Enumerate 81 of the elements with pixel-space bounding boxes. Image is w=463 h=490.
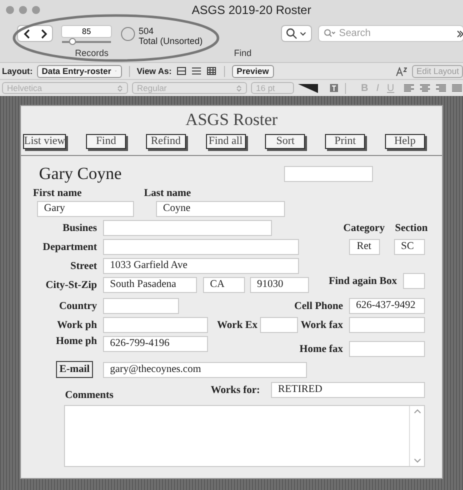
scroll-down-icon[interactable] [414,458,420,463]
input-field[interactable] [260,317,298,333]
input-field[interactable]: CA [203,277,245,293]
input-field[interactable]: Ret [348,239,380,255]
field-label: Department [42,242,97,252]
pie-icon [120,27,135,41]
field-label: Country [58,300,97,312]
stepper-icon [117,84,123,92]
form-button[interactable]: Find [86,134,126,149]
field-label: Busines [62,222,97,234]
field-label: Last name [144,188,191,199]
input-field[interactable] [403,273,425,289]
search-icon [324,29,336,38]
email-button[interactable]: E-mail [56,361,93,378]
scroll-bar[interactable] [409,406,424,466]
form-button[interactable]: Sort [265,134,306,149]
field-label: Home ph [54,336,97,347]
field-label: Section [395,222,425,234]
form-button[interactable]: Help [384,134,425,149]
field-label: First name [33,188,83,199]
record-number-field[interactable]: 85 [62,26,111,37]
input-field[interactable]: 626-437-9492 [349,298,425,314]
field-label: Street [69,260,97,272]
input-field[interactable]: RETIRED [271,382,425,398]
form-button[interactable]: Find all [206,134,246,149]
form-view-icon[interactable] [176,67,186,75]
font-size-icon[interactable] [396,66,408,76]
find-button[interactable] [282,26,312,41]
field-label: Works for: [210,384,260,396]
close-light[interactable] [6,6,14,14]
input-field[interactable]: 626-799-4196 [103,336,208,352]
zoom-light[interactable] [32,6,40,14]
form-button[interactable]: Refind [146,134,186,149]
input-field[interactable]: 1033 Garfield Ave [103,258,299,274]
record-total: 504 [138,26,155,36]
input-field[interactable] [284,166,373,182]
table-view-icon[interactable] [206,67,216,75]
view-as-label: View As: [136,66,172,76]
field-label: Work ph [56,320,97,330]
input-field[interactable] [103,317,208,333]
search-icon [286,28,298,39]
records-label: Records [75,48,109,58]
form-button[interactable]: Print [325,134,366,149]
input-field[interactable]: 91030 [250,277,309,293]
form-button[interactable]: List view [23,134,66,149]
find-label: Find [234,48,252,58]
chevron-left-icon [22,28,30,38]
layout-label: Layout: [2,66,33,76]
input-field[interactable] [103,220,272,236]
input-field[interactable] [103,239,299,255]
input-field[interactable] [349,317,425,333]
input-field[interactable]: Gary [37,201,134,217]
minimize-light[interactable] [19,6,27,14]
caret-icon [300,32,306,36]
input-field[interactable]: South Pasadena [103,277,197,293]
scroll-up-icon[interactable] [414,409,420,414]
field-label: City-St-Zip [44,280,97,290]
list-view-icon[interactable] [192,67,201,75]
field-label: Category [342,222,386,234]
input-field[interactable]: SC [394,239,425,255]
field-label: Home fax [300,344,343,354]
comments-field[interactable] [64,405,425,467]
field-label: Work fax [300,320,343,330]
field-label: Find again Box [328,276,397,286]
slider-thumb[interactable] [68,38,76,45]
chevron-right-icon [40,28,48,38]
input-field[interactable]: Coyne [156,201,285,217]
field-label: Work Ex [217,320,258,330]
name-heading: Gary Coyne [39,164,123,184]
input-field[interactable] [349,341,425,357]
input-field[interactable] [103,298,179,314]
record-total-label: Total (Unsorted) [138,36,203,46]
overflow-chevron-icon[interactable] [457,30,463,38]
input-field[interactable]: gary@thecoynes.com [103,362,307,378]
form-title: ASGS Roster [185,110,278,129]
layout-dropdown[interactable]: Data Entry-roster [36,64,122,78]
field-label: Cell Phone [294,300,343,312]
field-label: Comments [65,389,114,401]
stepper-icon [236,84,242,92]
preview-button[interactable]: Preview [232,64,274,78]
window-title: ASGS 2019-20 Roster [190,3,312,17]
